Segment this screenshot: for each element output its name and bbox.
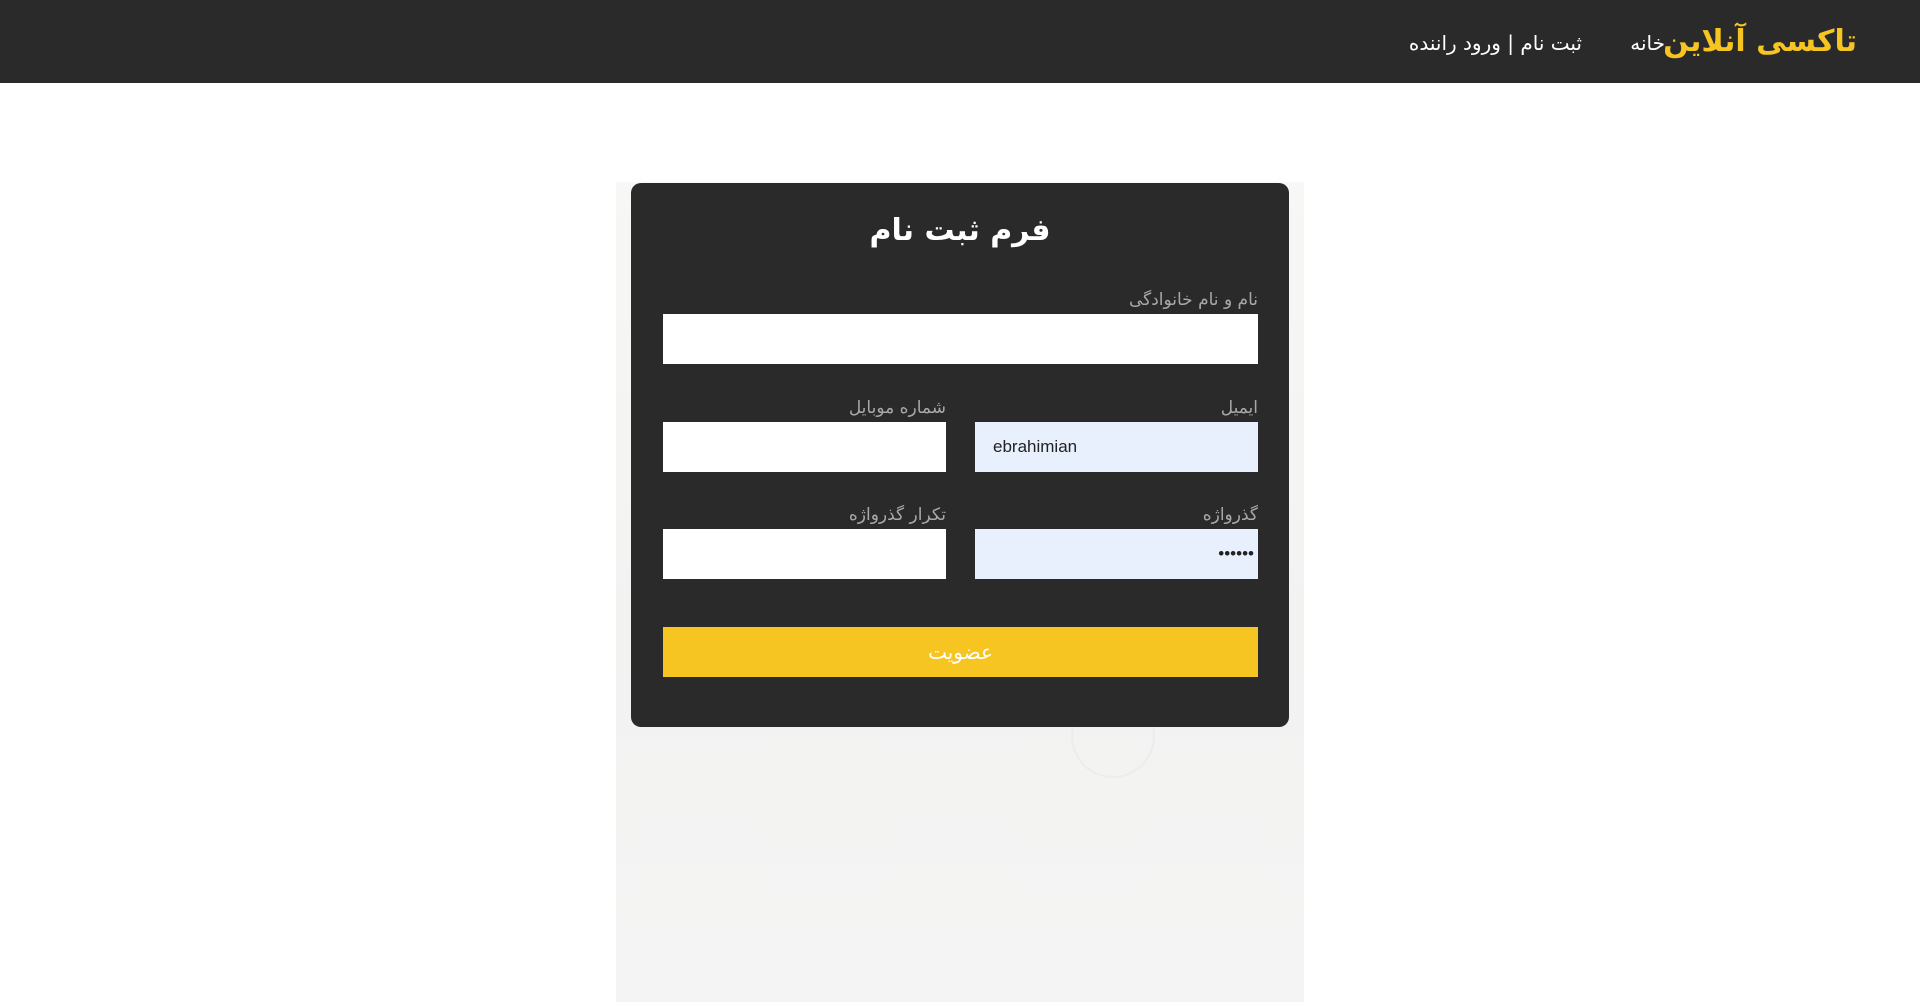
top-navbar: تاکسی آنلاین خانه ثبت نام | ورود راننده xyxy=(0,0,1920,83)
fullname-input[interactable] xyxy=(663,314,1258,364)
mobile-label: شماره موبایل xyxy=(848,398,946,418)
email-input[interactable] xyxy=(975,422,1258,472)
password-repeat-label: تکرار گذرواژه xyxy=(848,505,946,525)
mobile-input[interactable] xyxy=(663,422,946,472)
form-title: فرم ثبت نام xyxy=(869,213,1051,248)
password-label: گذرواژه xyxy=(1202,505,1258,525)
fullname-label: نام و نام خانوادگی xyxy=(1128,290,1258,310)
email-label: ایمیل xyxy=(1220,398,1258,418)
password-repeat-input[interactable] xyxy=(663,529,946,579)
password-input[interactable] xyxy=(975,529,1258,579)
nav-link-driver-register-login[interactable]: ثبت نام | ورود راننده xyxy=(1409,28,1582,58)
brand-logo-link[interactable]: تاکسی آنلاین xyxy=(1663,22,1857,62)
registration-form: فرم ثبت نام نام و نام خانوادگی ایمیل شما… xyxy=(631,183,1289,727)
nav-link-home[interactable]: خانه xyxy=(1630,28,1665,58)
submit-register-button[interactable]: عضویت xyxy=(663,627,1258,677)
